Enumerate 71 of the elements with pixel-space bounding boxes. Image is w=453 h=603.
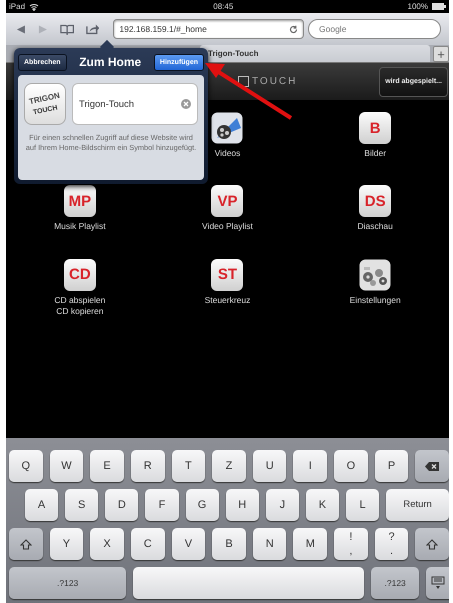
- battery-icon: [432, 3, 446, 10]
- key[interactable]: H: [226, 489, 259, 521]
- shift-icon: [20, 538, 32, 550]
- battery-level: 100%: [408, 2, 428, 11]
- shift-key[interactable]: [415, 528, 449, 560]
- app-label: CD abspielen CD kopieren: [54, 294, 106, 318]
- browser-tab[interactable]: Trigon-Touch: [200, 45, 430, 62]
- new-tab-button[interactable]: +: [433, 46, 449, 62]
- app-label: Diaschau: [357, 221, 393, 233]
- key[interactable]: Y: [50, 528, 84, 560]
- bookmarks-icon[interactable]: [60, 24, 74, 34]
- app-label: Bilder: [364, 148, 386, 160]
- dialog-title: Zum Home: [79, 55, 142, 69]
- key[interactable]: T: [172, 450, 206, 482]
- clock: 08:45: [212, 2, 234, 11]
- device-name: iPad: [9, 2, 26, 11]
- shift-key[interactable]: [9, 528, 43, 560]
- app-label: Musik Playlist: [54, 221, 106, 233]
- key[interactable]: B: [212, 528, 246, 560]
- key[interactable]: P: [374, 450, 408, 482]
- key[interactable]: W: [50, 450, 84, 482]
- key[interactable]: E: [90, 450, 124, 482]
- app-label: Steuerkreuz: [204, 294, 250, 306]
- app-label: Videos: [214, 148, 240, 160]
- film-reel-icon[interactable]: [211, 112, 244, 144]
- key[interactable]: R: [130, 450, 165, 482]
- key[interactable]: K: [306, 489, 339, 521]
- backspace-icon: [425, 462, 440, 470]
- app-icon[interactable]: ST: [211, 258, 244, 291]
- key[interactable]: D: [105, 489, 138, 521]
- key[interactable]: ? .: [374, 528, 408, 560]
- key[interactable]: Q: [9, 450, 43, 482]
- search-field[interactable]: Google: [308, 19, 442, 39]
- app-label: Video Playlist: [202, 221, 253, 233]
- logo-text: TOUCH: [252, 76, 298, 87]
- back-icon[interactable]: [16, 24, 26, 34]
- key[interactable]: O: [334, 450, 368, 482]
- name-field[interactable]: Trigon-Touch: [72, 83, 198, 125]
- address-field[interactable]: 192.168.159.1/#_home: [113, 19, 304, 39]
- key[interactable]: X: [90, 528, 124, 560]
- app-icon[interactable]: VP: [211, 185, 244, 218]
- app-icon[interactable]: B: [359, 112, 392, 144]
- numbers-key[interactable]: .?123: [9, 567, 126, 599]
- key[interactable]: C: [130, 528, 165, 560]
- backspace-key[interactable]: [415, 450, 449, 482]
- key[interactable]: I: [293, 450, 328, 482]
- key[interactable]: L: [346, 489, 380, 521]
- app-label: Einstellungen: [350, 294, 401, 306]
- key[interactable]: M: [293, 528, 328, 560]
- key[interactable]: U: [252, 450, 286, 482]
- key[interactable]: A: [25, 489, 58, 521]
- app-icon[interactable]: CD: [64, 258, 96, 291]
- key[interactable]: J: [266, 489, 299, 521]
- return-key[interactable]: Return: [386, 489, 449, 521]
- key[interactable]: F: [145, 489, 178, 521]
- keyboard-icon: [431, 576, 445, 590]
- key[interactable]: ! ,: [334, 528, 368, 560]
- clear-icon[interactable]: [181, 99, 191, 109]
- key[interactable]: N: [252, 528, 286, 560]
- key[interactable]: Z: [212, 450, 246, 482]
- shift-icon: [426, 538, 438, 550]
- numbers-key[interactable]: .?123: [371, 567, 419, 599]
- key[interactable]: G: [186, 489, 219, 521]
- app-icon[interactable]: MP: [64, 185, 96, 218]
- key[interactable]: V: [172, 528, 206, 560]
- app-icon[interactable]: DS: [359, 185, 392, 218]
- share-icon[interactable]: [86, 23, 100, 35]
- logo-icon: [238, 76, 249, 87]
- wifi-icon: [29, 2, 40, 10]
- key[interactable]: S: [65, 489, 98, 521]
- reload-icon[interactable]: [289, 24, 298, 34]
